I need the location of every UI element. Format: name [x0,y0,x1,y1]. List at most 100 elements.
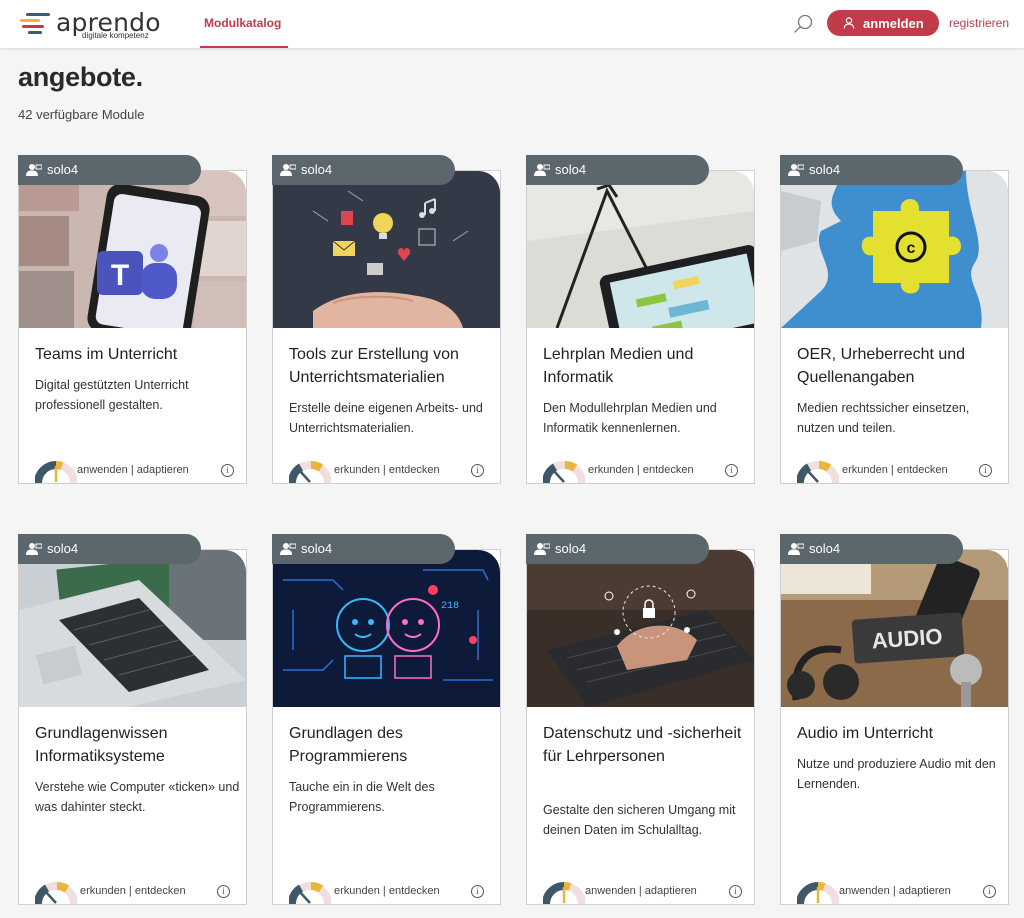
card-tag-label: solo4 [47,162,79,177]
card-tag-label: solo4 [301,541,333,556]
info-icon[interactable]: i [729,885,742,898]
card-description: Medien rechtssicher einsetzen, nutzen un… [797,401,970,435]
card-tag-solo4: solo4 [780,534,963,564]
info-icon[interactable]: i [983,885,996,898]
info-icon[interactable]: i [725,464,738,477]
card-description: Erstelle deine eigenen Arbeits- und Unte… [289,401,483,435]
card-title: Teams im Unterricht [35,346,178,363]
search-button[interactable] [792,12,816,36]
card-tag-solo4: solo4 [272,534,455,564]
card-description: Nutze und produziere Audio mit den Lerne… [797,757,996,791]
logo-bars-icon [20,13,52,35]
card-image-informatiksysteme [19,550,246,707]
card-footer: erkunden | entdecken i [289,461,499,483]
user-icon [788,543,804,555]
card-image-oer: c [781,171,1008,328]
page-title: angebote. [18,62,143,92]
competency-gauge-icon [797,882,839,904]
card-tag-label: solo4 [555,541,587,556]
register-link[interactable]: registrieren [949,16,1009,30]
card-title: Datenschutz und -sicherheit für Lehrpers… [543,725,742,765]
competency-gauge-icon [35,882,77,904]
card-image-tools [273,171,500,328]
card-footer: anwenden | adaptieren i [797,882,1007,904]
card-tag-label: solo4 [555,162,587,177]
card-tag-solo4: solo4 [18,155,201,185]
info-icon[interactable]: i [471,885,484,898]
login-button[interactable]: anmelden [827,10,939,36]
card-footer: erkunden | entdecken i [797,461,1007,483]
card-tag-solo4: solo4 [780,155,963,185]
card-image-datenschutz [527,550,754,707]
card-tag-solo4: solo4 [526,534,709,564]
card-footer: anwenden | adaptieren i [543,882,753,904]
card-description: Tauche ein in die Welt des Programmieren… [289,780,435,814]
card-footer: erkunden | entdecken i [289,882,499,904]
card-image-programmieren: 218 [273,550,500,707]
card-image-lehrplan [527,171,754,328]
competency-level: anwenden | adaptieren [839,885,951,897]
module-card-datenschutz[interactable]: solo4 Datenschutz und -sicherheit für Le… [526,534,755,905]
card-tag-solo4: solo4 [18,534,201,564]
info-icon[interactable]: i [979,464,992,477]
competency-level: anwenden | adaptieren [77,464,189,476]
svg-text:T: T [111,259,129,292]
tab-modulkatalog-label: Modulkatalog [204,16,282,30]
competency-gauge-icon [797,461,839,483]
competency-level: erkunden | entdecken [842,464,948,476]
card-footer: erkunden | entdecken i [543,461,753,483]
user-icon [788,164,804,176]
user-icon [843,17,855,29]
module-card-informatiksysteme[interactable]: solo4 Grundlagenwissen Informatiksysteme… [18,534,247,905]
info-icon[interactable]: i [217,885,230,898]
module-card-audio[interactable]: AUDIO solo4 Audio im Unterricht Nutze un… [780,534,1009,905]
module-card-lehrplan[interactable]: solo4 Lehrplan Medien und Informatik Den… [526,155,755,484]
user-icon [534,543,550,555]
competency-gauge-icon [289,882,331,904]
info-icon[interactable]: i [471,464,484,477]
card-title: Tools zur Erstellung von Unterrichtsmate… [289,346,459,386]
card-title: Audio im Unterricht [797,725,934,742]
competency-gauge-icon [543,461,585,483]
module-card-tools[interactable]: solo4 Tools zur Erstellung von Unterrich… [272,155,501,484]
competency-gauge-icon [289,461,331,483]
user-icon [26,164,42,176]
card-image-teams: T [19,171,246,328]
active-tab-underline [200,46,288,48]
card-tag-label: solo4 [47,541,79,556]
login-button-label: anmelden [863,16,924,31]
aprendo-logo[interactable]: aprendo digitale kompetenz [20,8,161,41]
card-footer: erkunden | entdecken i [35,882,245,904]
card-footer: anwenden | adaptieren i [35,461,245,483]
competency-level: anwenden | adaptieren [585,885,697,897]
card-image-audio: AUDIO [781,550,1008,707]
card-tag-label: solo4 [809,162,841,177]
user-icon [280,164,296,176]
top-navigation-bar: aprendo digitale kompetenz Modulkatalog … [0,0,1024,48]
competency-gauge-icon [35,461,77,483]
module-card-programmieren[interactable]: 218 solo4 Grundlagen des Programmierens … [272,534,501,905]
card-tag-label: solo4 [301,162,333,177]
user-icon [534,164,550,176]
card-description: Den Modullehrplan Medien und Informatik … [543,401,717,435]
card-tag-label: solo4 [809,541,841,556]
svg-text:AUDIO: AUDIO [871,624,943,654]
module-card-oer[interactable]: c solo4 OER, Urheberrecht und Quellenang… [780,155,1009,484]
user-icon [26,543,42,555]
card-description: Gestalte den sicheren Umgang mit deinen … [543,803,736,837]
svg-text:c: c [907,240,916,257]
tab-modulkatalog[interactable]: Modulkatalog [200,0,288,48]
competency-level: erkunden | entdecken [80,885,186,897]
card-title: Lehrplan Medien und Informatik [543,346,694,386]
user-icon [280,543,296,555]
info-icon[interactable]: i [221,464,234,477]
card-title: OER, Urheberrecht und Quellenangaben [797,346,966,386]
module-card-teams[interactable]: T solo4 Teams im Unterricht Digital gest… [18,155,247,484]
competency-level: erkunden | entdecken [588,464,694,476]
card-tag-solo4: solo4 [272,155,455,185]
competency-level: erkunden | entdecken [334,885,440,897]
competency-level: erkunden | entdecken [334,464,440,476]
card-description: Verstehe wie Computer «ticken» und was d… [35,780,240,814]
logo-tagline: digitale kompetenz [82,31,149,40]
card-title: Grundlagen des Programmierens [289,725,408,765]
